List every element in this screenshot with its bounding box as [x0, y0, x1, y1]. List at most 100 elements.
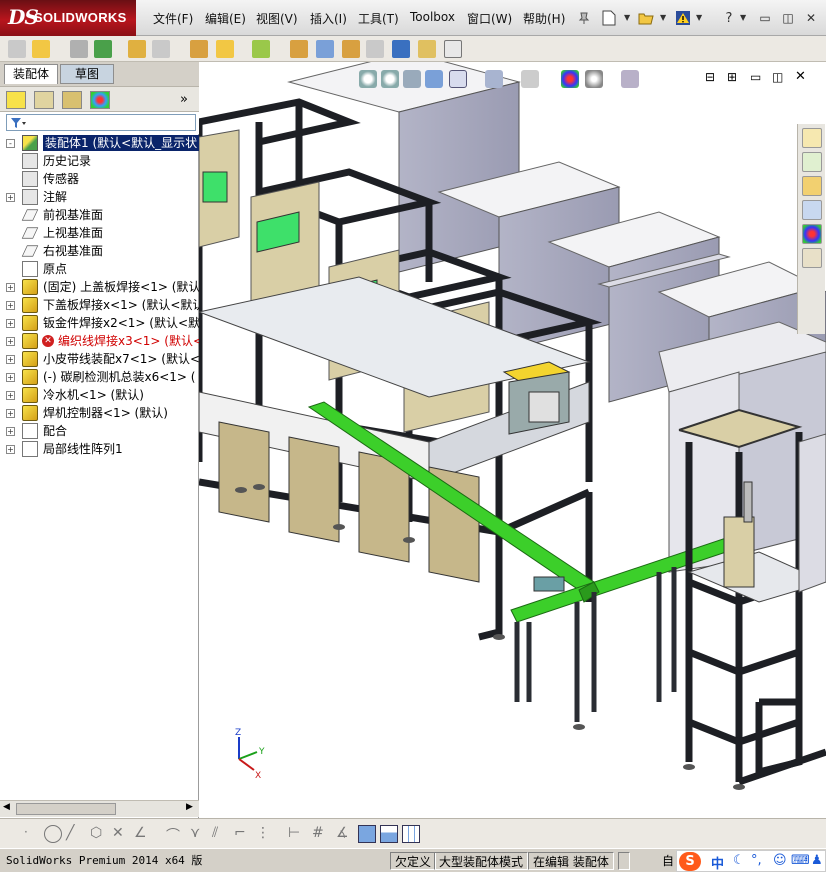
- help-icon[interactable]: ?: [719, 8, 739, 28]
- graphics-area[interactable]: Z Y X ⊟ ⊞ ▭ ◫ ✕: [199, 62, 826, 818]
- tree-item[interactable]: + 下盖板焊接x<1> (默认<默认_: [0, 296, 199, 314]
- expand-icon[interactable]: +: [6, 301, 15, 310]
- feature-manager-icon[interactable]: [6, 91, 26, 109]
- menu-window[interactable]: 窗口(W): [467, 10, 512, 27]
- measure-icon[interactable]: [392, 40, 410, 58]
- display-manager-icon[interactable]: [90, 91, 110, 109]
- menu-edit[interactable]: 编辑(E): [205, 10, 246, 27]
- line-icon[interactable]: ╱: [66, 825, 84, 843]
- new-doc-icon[interactable]: [599, 8, 619, 28]
- scrollbar-thumb[interactable]: [16, 803, 116, 815]
- expand-icon[interactable]: +: [6, 391, 15, 400]
- centerline-icon[interactable]: ∠: [134, 825, 152, 843]
- expand-icon[interactable]: +: [6, 409, 15, 418]
- chevron-right-icon[interactable]: »: [180, 92, 188, 107]
- punctuation-icon[interactable]: °,: [751, 853, 762, 868]
- layout-icon[interactable]: [402, 825, 420, 843]
- angle-icon[interactable]: ∡: [336, 825, 354, 843]
- viewport-tile-icon[interactable]: ⊟: [705, 70, 715, 84]
- tree-item[interactable]: + 冷水机<1> (默认): [0, 386, 199, 404]
- interference-icon[interactable]: [316, 40, 334, 58]
- doc-restore-icon[interactable]: ◫: [772, 70, 783, 84]
- doc-close-icon[interactable]: ✕: [795, 69, 806, 84]
- tree-item[interactable]: + 注解: [0, 188, 199, 206]
- tree-item[interactable]: 右视基准面: [0, 242, 199, 260]
- move-component-icon[interactable]: [216, 40, 234, 58]
- rebuild-icon[interactable]: [8, 40, 26, 58]
- tree-item[interactable]: 前视基准面: [0, 206, 199, 224]
- chevron-down-icon[interactable]: ▼: [740, 13, 746, 22]
- menu-view[interactable]: 视图(V): [256, 10, 298, 27]
- mass-properties-icon[interactable]: [418, 40, 436, 58]
- fillet-icon[interactable]: ⌒: [166, 825, 184, 844]
- chevron-down-icon[interactable]: ▼: [660, 13, 666, 22]
- custom-properties-icon[interactable]: [802, 248, 822, 268]
- doc-minimize-icon[interactable]: ▭: [750, 70, 761, 84]
- status-large-assembly-mode[interactable]: 大型装配体模式: [434, 852, 529, 870]
- reference-geometry-icon[interactable]: [342, 40, 360, 58]
- chevron-down-icon[interactable]: ▼: [624, 13, 630, 22]
- view-settings-icon[interactable]: [621, 70, 639, 88]
- filter-input[interactable]: [6, 114, 196, 131]
- sketch-plane-icon[interactable]: [380, 825, 398, 843]
- component-icon[interactable]: [94, 40, 112, 58]
- menu-file[interactable]: 文件(F): [153, 10, 193, 27]
- point-icon[interactable]: ·: [24, 825, 42, 843]
- tree-item[interactable]: 传感器: [0, 170, 199, 188]
- offset-icon[interactable]: ⫽: [212, 825, 230, 843]
- viewport-split-icon[interactable]: ⊞: [727, 70, 737, 84]
- edit-appearance-icon[interactable]: [561, 70, 579, 88]
- expand-icon[interactable]: +: [6, 355, 15, 364]
- tree-item[interactable]: + 配合: [0, 422, 199, 440]
- menu-insert[interactable]: 插入(I): [310, 10, 347, 27]
- tab-sketch[interactable]: 草图: [60, 64, 114, 84]
- horizontal-scrollbar[interactable]: ◀ ▶: [0, 800, 199, 817]
- dimension-icon[interactable]: ⊢: [288, 825, 306, 843]
- ime-language[interactable]: 中: [711, 853, 724, 872]
- file-explorer-icon[interactable]: [802, 176, 822, 196]
- collapse-icon[interactable]: -: [6, 139, 15, 148]
- hide-show-items-icon[interactable]: [521, 70, 539, 88]
- tree-item[interactable]: + (-) 碳刷检测机总装x6<1> (: [0, 368, 199, 386]
- menu-tools[interactable]: 工具(T): [358, 10, 399, 27]
- apply-scene-icon[interactable]: [585, 70, 603, 88]
- tree-item[interactable]: + 钣金件焊接x2<1> (默认<默认: [0, 314, 199, 332]
- zoom-to-area-icon[interactable]: [381, 70, 399, 88]
- grid-icon[interactable]: #: [312, 825, 330, 843]
- restore-icon[interactable]: ◫: [779, 9, 797, 27]
- sketch-icon[interactable]: [366, 40, 384, 58]
- ime-toolbar[interactable]: S 中 ☾ °, ☺ ⌨ ♟: [676, 850, 826, 872]
- display-style-icon[interactable]: [485, 70, 503, 88]
- insert-component-icon[interactable]: [128, 40, 146, 58]
- menu-help[interactable]: 帮助(H): [523, 10, 565, 27]
- scroll-right-icon[interactable]: ▶: [186, 802, 193, 812]
- options-icon[interactable]: [444, 40, 462, 58]
- solidworks-logo[interactable]: DS SOLIDWORKS: [0, 0, 136, 36]
- expand-icon[interactable]: +: [6, 427, 15, 436]
- scroll-left-icon[interactable]: ◀: [3, 802, 10, 812]
- view-orientation-icon[interactable]: [449, 70, 467, 88]
- open-icon[interactable]: [32, 40, 50, 58]
- circle-icon[interactable]: [44, 825, 62, 843]
- expand-icon[interactable]: +: [6, 445, 15, 454]
- tree-item[interactable]: + ✕ 编织线焊接x3<1> (默认<默: [0, 332, 199, 350]
- property-manager-icon[interactable]: [34, 91, 54, 109]
- menu-toolbox[interactable]: Toolbox: [410, 10, 455, 24]
- keyboard-icon[interactable]: ⌨: [791, 853, 810, 868]
- warning-icon[interactable]: [673, 8, 693, 28]
- tab-assembly[interactable]: 装配体: [4, 64, 59, 84]
- home-icon[interactable]: [802, 128, 822, 148]
- chevron-down-icon[interactable]: ▼: [696, 13, 702, 22]
- section-view-icon[interactable]: [425, 70, 443, 88]
- close-icon[interactable]: ✕: [802, 9, 820, 27]
- tree-item[interactable]: + 焊机控制器<1> (默认): [0, 404, 199, 422]
- expand-icon[interactable]: +: [6, 193, 15, 202]
- smart-fasteners-icon[interactable]: [252, 40, 270, 58]
- minimize-icon[interactable]: ▭: [756, 9, 774, 27]
- view-palette-icon[interactable]: [802, 200, 822, 220]
- zoom-to-fit-icon[interactable]: [359, 70, 377, 88]
- polygon-icon[interactable]: ⬡: [90, 825, 108, 843]
- tree-item[interactable]: + 小皮带线装配x7<1> (默认<默: [0, 350, 199, 368]
- tree-item[interactable]: + (固定) 上盖板焊接<1> (默认: [0, 278, 199, 296]
- open-folder-icon[interactable]: [636, 8, 656, 28]
